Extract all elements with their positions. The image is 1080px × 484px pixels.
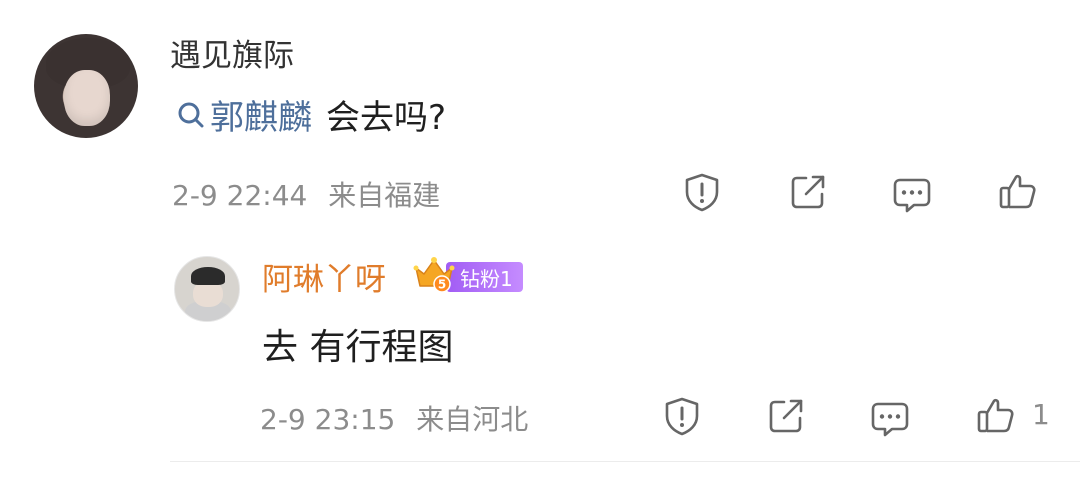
report-button[interactable]	[680, 170, 724, 214]
reply-location: 来自河北	[416, 403, 529, 436]
reply-username[interactable]: 阿琳丫呀	[262, 254, 386, 299]
crown-badge-icon: 5	[410, 254, 458, 294]
reply-text: 去 有行程图	[262, 327, 454, 368]
badge-level: 5	[438, 278, 446, 292]
comment-username[interactable]: 遇见旗际	[170, 30, 294, 75]
reply-like-count: 1	[1032, 398, 1050, 431]
topic-link[interactable]: 郭麒麟	[176, 90, 312, 139]
share-button[interactable]	[786, 170, 830, 214]
reply-share-button[interactable]	[764, 394, 808, 438]
comment-button[interactable]	[890, 172, 934, 216]
like-icon	[999, 174, 1036, 209]
avatar[interactable]	[34, 34, 138, 138]
avatar-cap	[191, 267, 225, 285]
comment-body: 郭麒麟 会去吗?	[176, 90, 446, 139]
reply-meta: 2-9 23:15 来自河北	[260, 398, 528, 438]
comment-location: 来自福建	[328, 179, 441, 212]
share-icon	[769, 399, 803, 433]
topic-label: 郭麒麟	[210, 98, 312, 138]
reply-report-button[interactable]	[660, 394, 704, 438]
comment-meta: 2-9 22:44 来自福建	[172, 174, 440, 214]
like-icon	[977, 398, 1014, 433]
fan-badge-label: 钻粉1	[460, 266, 513, 291]
reply-comment-button[interactable]	[868, 396, 912, 440]
search-icon	[178, 102, 204, 127]
reply-like-button[interactable]	[974, 394, 1018, 438]
reply-timestamp: 2-9 23:15	[260, 403, 396, 436]
divider	[170, 461, 1080, 462]
comment-icon	[893, 178, 931, 213]
like-button[interactable]	[996, 170, 1040, 214]
comment-icon	[871, 402, 909, 437]
report-icon	[665, 397, 699, 436]
report-icon	[685, 173, 719, 212]
comment-text: 会去吗?	[326, 98, 447, 138]
reply-avatar[interactable]	[174, 256, 240, 322]
comment-timestamp: 2-9 22:44	[172, 179, 308, 212]
share-icon	[791, 175, 825, 209]
avatar-face	[64, 70, 110, 126]
